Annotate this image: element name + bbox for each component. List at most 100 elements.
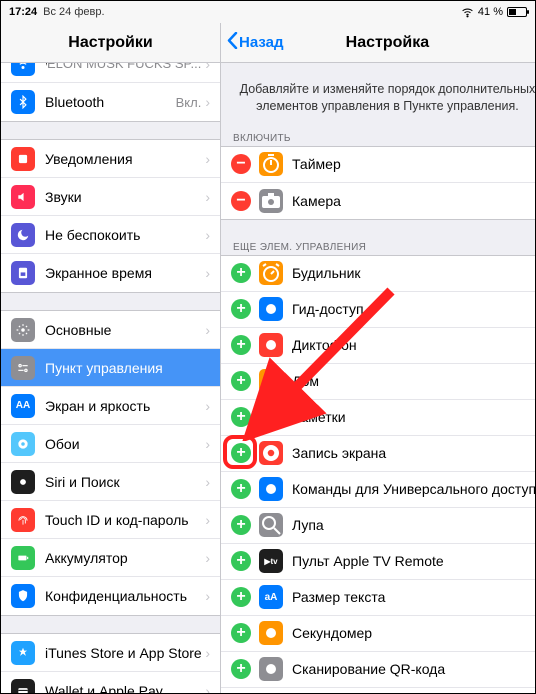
settings-row-wi-fi[interactable]: Wi-FiELON MUSK FUCKS SP...›: [1, 63, 220, 83]
row-label: Siri и Поиск: [45, 474, 205, 490]
control-row-камера: −Камера≡: [221, 183, 535, 219]
control-icon: [259, 405, 283, 429]
settings-row-пункт-управления[interactable]: Пункт управления: [1, 349, 220, 387]
settings-row-уведомления[interactable]: Уведомления›: [1, 140, 220, 178]
row-label: Wallet и Apple Pay: [45, 683, 205, 693]
row-icon: [11, 546, 35, 570]
control-row-команды-для-универсального-доступа: + Команды для Универсального доступа: [221, 472, 535, 508]
control-row-лупа: + Лупа: [221, 508, 535, 544]
chevron-right-icon: ›: [205, 550, 210, 566]
row-label: Пункт управления: [45, 360, 210, 376]
settings-row-touch-id-и-код-пароль[interactable]: Touch ID и код-пароль›: [1, 501, 220, 539]
row-label: Основные: [45, 322, 205, 338]
control-icon: [259, 477, 283, 501]
add-button[interactable]: +: [231, 443, 251, 463]
settings-row-wallet-и-apple-pay[interactable]: Wallet и Apple Pay›: [1, 672, 220, 693]
control-icon: [259, 657, 283, 681]
control-label: Будильник: [292, 265, 535, 281]
control-icon: [259, 261, 283, 285]
row-label: Конфиденциальность: [45, 588, 205, 604]
control-label: Гид-доступ: [292, 301, 535, 317]
row-detail: Вкл.: [176, 95, 202, 110]
add-button[interactable]: +: [231, 263, 251, 283]
row-icon: [11, 679, 35, 693]
control-label: Размер текста: [292, 589, 535, 605]
add-button[interactable]: +: [231, 371, 251, 391]
add-button[interactable]: +: [231, 407, 251, 427]
settings-row-экран-и-яркость[interactable]: AA Экран и яркость›: [1, 387, 220, 425]
chevron-right-icon: ›: [205, 398, 210, 414]
control-label: Запись экрана: [292, 445, 535, 461]
add-button[interactable]: +: [231, 515, 251, 535]
control-label: Команды для Универсального доступа: [292, 481, 535, 497]
settings-row-основные[interactable]: Основные›: [1, 311, 220, 349]
add-button[interactable]: +: [231, 587, 251, 607]
more-header: ЕЩЕ ЭЛЕМ. УПРАВЛЕНИЯ: [221, 238, 535, 256]
chevron-right-icon: ›: [205, 474, 210, 490]
control-label: Лупа: [292, 517, 535, 533]
back-label: Назад: [239, 34, 283, 51]
control-row-гид-доступ: + Гид-доступ: [221, 292, 535, 328]
battery-percentage: 41 %: [478, 6, 503, 18]
add-button[interactable]: +: [231, 551, 251, 571]
row-label: Экранное время: [45, 265, 205, 281]
row-label: Обои: [45, 436, 205, 452]
control-label: Диктофон: [292, 337, 535, 353]
remove-button[interactable]: −: [231, 154, 251, 174]
add-button[interactable]: +: [231, 623, 251, 643]
settings-row-обои[interactable]: Обои›: [1, 425, 220, 463]
chevron-left-icon: [227, 32, 238, 53]
control-label: Пульт Apple TV Remote: [292, 553, 535, 569]
row-icon: [11, 90, 35, 114]
control-row-диктофон: + Диктофон: [221, 328, 535, 364]
control-icon: [259, 333, 283, 357]
row-icon: AA: [11, 394, 35, 418]
control-row-таймер: −Таймер≡: [221, 147, 535, 183]
control-label: Дом: [292, 373, 535, 389]
status-date: Вс 24 февр.: [43, 6, 104, 18]
back-button[interactable]: Назад: [227, 23, 283, 62]
control-row-будильник: + Будильник: [221, 256, 535, 292]
control-row-секундомер: + Секундомер: [221, 616, 535, 652]
chevron-right-icon: ›: [205, 94, 210, 110]
row-icon: [11, 356, 35, 380]
settings-row-bluetooth[interactable]: BluetoothВкл.›: [1, 83, 220, 121]
left-title: Настройки: [1, 23, 220, 63]
row-icon: [11, 318, 35, 342]
add-button[interactable]: +: [231, 659, 251, 679]
row-icon: [11, 432, 35, 456]
settings-row-экранное-время[interactable]: Экранное время›: [1, 254, 220, 292]
settings-row-не-беспокоить[interactable]: Не беспокоить›: [1, 216, 220, 254]
chevron-right-icon: ›: [205, 588, 210, 604]
add-button[interactable]: +: [231, 299, 251, 319]
row-icon: [11, 223, 35, 247]
chevron-right-icon: ›: [205, 645, 210, 661]
add-button[interactable]: +: [231, 479, 251, 499]
right-title: Настройка: [346, 34, 429, 52]
control-row-слух: +Слух: [221, 688, 535, 693]
settings-row-аккумулятор[interactable]: Аккумулятор›: [1, 539, 220, 577]
add-button[interactable]: +: [231, 335, 251, 355]
settings-row-звуки[interactable]: Звуки›: [1, 178, 220, 216]
control-label: Таймер: [292, 156, 535, 172]
control-icon: [259, 369, 283, 393]
row-label: Bluetooth: [45, 94, 176, 110]
row-icon: [11, 63, 35, 76]
chevron-right-icon: ›: [205, 322, 210, 338]
settings-row-itunes-store-и-app-store[interactable]: iTunes Store и App Store›: [1, 634, 220, 672]
chevron-right-icon: ›: [205, 189, 210, 205]
control-icon: [259, 152, 283, 176]
control-icon: ▶tv: [259, 549, 283, 573]
remove-button[interactable]: −: [231, 191, 251, 211]
intro-text: Добавляйте и изменяйте порядок дополните…: [221, 63, 535, 129]
control-icon: [259, 189, 283, 213]
control-label: Секундомер: [292, 625, 535, 641]
row-icon: [11, 261, 35, 285]
settings-row-конфиденциальность[interactable]: Конфиденциальность›: [1, 577, 220, 615]
control-icon: [259, 297, 283, 321]
control-label: Сканирование QR-кода: [292, 661, 535, 677]
control-row-дом: + Дом: [221, 364, 535, 400]
row-label: Экран и яркость: [45, 398, 205, 414]
settings-row-siri-и-поиск[interactable]: Siri и Поиск›: [1, 463, 220, 501]
settings-left-pane: Настройки Wi-FiELON MUSK FUCKS SP...›Blu…: [1, 23, 221, 693]
